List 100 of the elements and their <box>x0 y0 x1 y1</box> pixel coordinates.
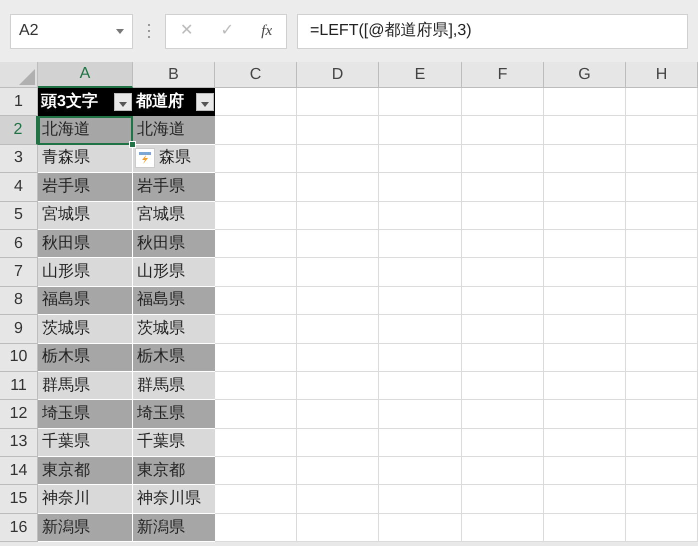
empty-cell[interactable] <box>462 428 544 458</box>
empty-cell[interactable] <box>462 230 544 258</box>
insert-function-button[interactable]: fx <box>261 20 272 42</box>
empty-cell[interactable] <box>462 88 544 116</box>
row-header[interactable]: 3 <box>0 144 38 174</box>
empty-cell[interactable] <box>462 202 544 230</box>
empty-cell[interactable] <box>297 457 379 486</box>
empty-cell[interactable] <box>544 202 626 230</box>
empty-cell[interactable] <box>462 144 544 174</box>
empty-cell[interactable] <box>379 457 462 486</box>
empty-cell[interactable] <box>544 286 626 316</box>
table-cell[interactable]: 秋田県 <box>38 230 133 258</box>
empty-cell[interactable] <box>297 428 379 458</box>
caret-icon[interactable] <box>116 28 124 34</box>
empty-cell[interactable] <box>379 315 462 344</box>
empty-cell[interactable] <box>379 258 462 287</box>
empty-cell[interactable] <box>626 372 698 400</box>
table-cell[interactable]: 千葉県 <box>38 428 133 458</box>
empty-cell[interactable] <box>379 88 462 116</box>
empty-cell[interactable] <box>626 400 698 429</box>
filter-button[interactable] <box>196 93 214 112</box>
empty-cell[interactable] <box>544 485 626 514</box>
empty-cell[interactable] <box>379 286 462 316</box>
empty-cell[interactable] <box>626 457 698 486</box>
column-header[interactable]: A <box>38 62 133 88</box>
fill-handle[interactable] <box>129 140 136 148</box>
row-header[interactable]: 12 <box>0 400 38 429</box>
empty-cell[interactable] <box>544 258 626 287</box>
empty-cell[interactable] <box>297 144 379 174</box>
caret-icon[interactable] <box>119 102 127 108</box>
table-cell[interactable]: 北海道 <box>38 116 133 145</box>
empty-cell[interactable] <box>297 116 379 145</box>
empty-cell[interactable] <box>544 344 626 372</box>
empty-cell[interactable] <box>626 116 698 145</box>
empty-cell[interactable] <box>462 457 544 486</box>
table-cell[interactable]: 宮城県 <box>38 202 133 230</box>
empty-cell[interactable] <box>626 144 698 174</box>
empty-cell[interactable] <box>626 344 698 372</box>
empty-cell[interactable] <box>626 202 698 230</box>
select-all-icon[interactable] <box>19 69 35 85</box>
empty-cell[interactable] <box>297 400 379 429</box>
empty-cell[interactable] <box>379 372 462 400</box>
empty-cell[interactable] <box>462 315 544 344</box>
row-header[interactable]: 13 <box>0 428 38 458</box>
empty-cell[interactable] <box>544 400 626 429</box>
table-cell[interactable]: 神奈川 <box>38 485 133 514</box>
row-header[interactable]: 5 <box>0 202 38 230</box>
empty-cell[interactable] <box>544 372 626 400</box>
row-header[interactable]: 16 <box>0 514 38 542</box>
row-header[interactable]: 15 <box>0 485 38 514</box>
empty-cell[interactable] <box>297 485 379 514</box>
name-box[interactable]: A2 <box>10 14 133 48</box>
empty-cell[interactable] <box>297 258 379 287</box>
empty-cell[interactable] <box>462 514 544 542</box>
column-header[interactable]: F <box>462 62 544 88</box>
empty-cell[interactable] <box>462 173 544 202</box>
empty-cell[interactable] <box>379 344 462 372</box>
empty-cell[interactable] <box>297 514 379 542</box>
empty-cell[interactable] <box>626 514 698 542</box>
empty-cell[interactable] <box>626 286 698 316</box>
table-cell[interactable]: 埼玉県 <box>38 400 133 429</box>
empty-cell[interactable] <box>297 315 379 344</box>
column-header[interactable]: C <box>215 62 297 88</box>
table-cell[interactable]: 岩手県 <box>38 173 133 202</box>
formula-field[interactable]: =LEFT([@都道府県],3) <box>297 14 688 48</box>
empty-cell[interactable] <box>544 315 626 344</box>
empty-cell[interactable] <box>297 344 379 372</box>
column-header[interactable]: B <box>133 62 215 88</box>
row-header[interactable]: 4 <box>0 173 38 202</box>
empty-cell[interactable] <box>626 230 698 258</box>
flash-fill-options-button[interactable] <box>135 148 155 168</box>
empty-cell[interactable] <box>379 173 462 202</box>
empty-cell[interactable] <box>462 400 544 429</box>
empty-cell[interactable] <box>379 428 462 458</box>
empty-cell[interactable] <box>544 88 626 116</box>
row-header[interactable]: 10 <box>0 344 38 372</box>
empty-cell[interactable] <box>544 173 626 202</box>
empty-cell[interactable] <box>626 485 698 514</box>
column-header[interactable]: G <box>544 62 626 88</box>
row-header[interactable]: 1 <box>0 88 38 116</box>
caret-icon[interactable] <box>201 102 209 108</box>
empty-cell[interactable] <box>626 315 698 344</box>
empty-cell[interactable] <box>626 428 698 458</box>
table-cell[interactable]: 群馬県 <box>38 372 133 400</box>
table-cell[interactable]: 山形県 <box>38 258 133 287</box>
table-cell[interactable]: 新潟県 <box>38 514 133 542</box>
empty-cell[interactable] <box>297 230 379 258</box>
empty-cell[interactable] <box>379 514 462 542</box>
empty-cell[interactable] <box>462 286 544 316</box>
table-cell[interactable]: 栃木県 <box>38 344 133 372</box>
table-cell[interactable]: 茨城県 <box>38 315 133 344</box>
column-header[interactable]: H <box>626 62 698 88</box>
table-cell[interactable]: 福島県 <box>38 286 133 316</box>
empty-cell[interactable] <box>544 230 626 258</box>
row-header[interactable]: 9 <box>0 315 38 344</box>
empty-cell[interactable] <box>462 116 544 145</box>
empty-cell[interactable] <box>544 514 626 542</box>
row-header[interactable]: 6 <box>0 230 38 258</box>
empty-cell[interactable] <box>462 485 544 514</box>
empty-cell[interactable] <box>379 116 462 145</box>
